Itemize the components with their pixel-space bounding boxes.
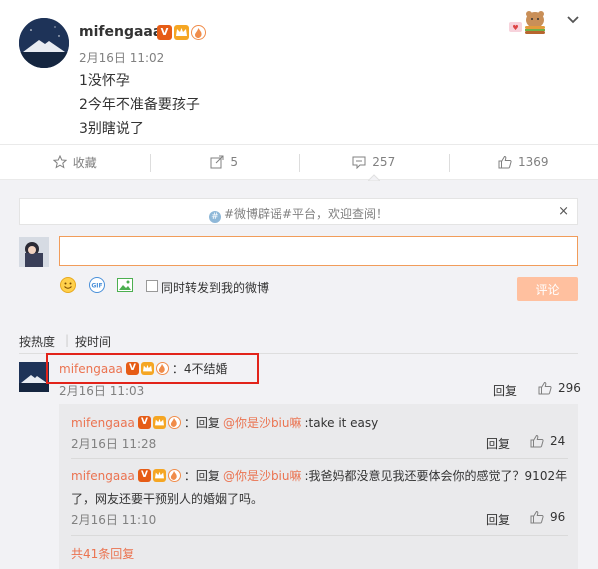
- sort-by-time-tab[interactable]: 按时间: [75, 333, 111, 350]
- reply-badges: V: [137, 469, 181, 482]
- notice-link[interactable]: #微博辟谣#平台，欢迎查阅！: [224, 207, 388, 221]
- forward-checkbox[interactable]: [146, 280, 158, 292]
- divider: [71, 458, 568, 459]
- reply-username[interactable]: mifengaaa: [71, 469, 135, 483]
- comment-like-count: 296: [558, 381, 581, 395]
- chevron-down-icon[interactable]: [566, 13, 580, 27]
- reply-like-count: 24: [550, 434, 566, 448]
- reply-button[interactable]: 回复: [486, 435, 510, 452]
- rumor-notice-bar: # #微博辟谣#平台，欢迎查阅！ ×: [19, 198, 578, 225]
- verified-icon: V: [137, 469, 151, 482]
- thumbs-up-icon: [530, 510, 544, 524]
- comment-input[interactable]: [59, 236, 578, 266]
- reply-time: 2月16日 11:10: [71, 513, 157, 527]
- image-icon[interactable]: [116, 276, 134, 294]
- post-text-line: 1没怀孕: [79, 73, 130, 89]
- reply-username[interactable]: mifengaaa: [71, 416, 135, 430]
- close-icon[interactable]: ×: [558, 204, 569, 219]
- highlight-box: [46, 353, 259, 384]
- comment-count: 257: [372, 155, 396, 169]
- verified-icon: V: [137, 416, 151, 429]
- reply-like-button[interactable]: 24: [530, 434, 565, 448]
- comment-like-button[interactable]: 296: [538, 381, 581, 395]
- vip-icon: [152, 416, 166, 429]
- post-time[interactable]: 2月16日 11:02: [79, 49, 164, 66]
- reply-like-count: 96: [550, 510, 566, 524]
- favorite-button[interactable]: 收藏: [0, 145, 150, 179]
- star-icon: [52, 155, 67, 169]
- current-user-avatar[interactable]: [19, 237, 49, 267]
- info-icon: #: [208, 211, 221, 223]
- forward-count: 5: [230, 155, 239, 169]
- submit-comment-button[interactable]: 评论: [517, 277, 578, 301]
- vip-icon: [174, 25, 189, 40]
- thumbs-up-icon: [530, 434, 544, 448]
- mention-link[interactable]: @你是沙biu嘛: [223, 414, 302, 431]
- fan-level-icon: [191, 25, 206, 40]
- decorative-sticker-icon: ♥: [505, 8, 553, 36]
- reply-time: 2月16日 11:28: [71, 437, 157, 451]
- like-button[interactable]: 1369: [448, 145, 598, 179]
- reply-text: :take it easy: [304, 415, 379, 430]
- commenter-avatar[interactable]: [19, 362, 49, 392]
- reply-prefix: ：回复: [183, 469, 220, 483]
- svg-text:♥: ♥: [512, 24, 518, 32]
- divider: [71, 535, 568, 536]
- more-replies-link[interactable]: 共41条回复: [71, 545, 134, 562]
- gif-icon[interactable]: GIF: [88, 276, 106, 294]
- fan-level-icon: [167, 416, 181, 429]
- svg-text:GIF: GIF: [91, 283, 102, 290]
- mention-link[interactable]: @你是沙biu嘛: [223, 467, 302, 484]
- post-text-line: 3别瞎说了: [79, 121, 144, 137]
- reply-content: mifengaaa V ：回复 @你是沙biu嘛:take it easy: [71, 414, 378, 431]
- vip-icon: [152, 469, 166, 482]
- author-badges: V: [157, 25, 206, 40]
- action-bar: 收藏 5 257 1369: [0, 144, 598, 180]
- reply-button[interactable]: 回复: [486, 511, 510, 528]
- comment-icon: [352, 156, 366, 169]
- reply-badges: V: [137, 416, 181, 429]
- comment-time: 2月16日 11:03: [59, 384, 145, 398]
- reply-like-button[interactable]: 96: [530, 510, 565, 524]
- fan-level-icon: [167, 469, 181, 482]
- forward-icon: [210, 155, 224, 169]
- reply-content: mifengaaa V ：回复 @你是沙biu嘛:我爸妈都没意见我还要体会你的感觉…: [71, 467, 567, 484]
- like-count: 1369: [517, 155, 549, 169]
- sort-by-hot-tab[interactable]: 按热度: [19, 333, 55, 350]
- reply-text-continued: 了，网友还要干预别人的婚姻了吗。: [71, 492, 264, 506]
- sort-divider: |: [65, 333, 70, 347]
- emoji-icon[interactable]: [59, 276, 77, 294]
- reply-text: :我爸妈都没意见我还要体会你的感觉了？9102年: [304, 469, 568, 483]
- caret-up-icon: [368, 174, 380, 181]
- thumbs-up-icon: [498, 155, 512, 169]
- reply-button[interactable]: 回复: [493, 382, 517, 399]
- forward-button[interactable]: 5: [149, 145, 300, 179]
- post-text-line: 2今年不准备要孩子: [79, 97, 200, 113]
- verified-icon: V: [157, 25, 172, 40]
- author-avatar[interactable]: [19, 18, 69, 68]
- forward-label[interactable]: 同时转发到我的微博: [161, 279, 269, 296]
- thumbs-up-icon: [538, 381, 552, 395]
- reply-prefix: ：回复: [183, 416, 220, 430]
- favorite-label: 收藏: [72, 155, 97, 170]
- author-username[interactable]: mifengaaa: [79, 24, 162, 40]
